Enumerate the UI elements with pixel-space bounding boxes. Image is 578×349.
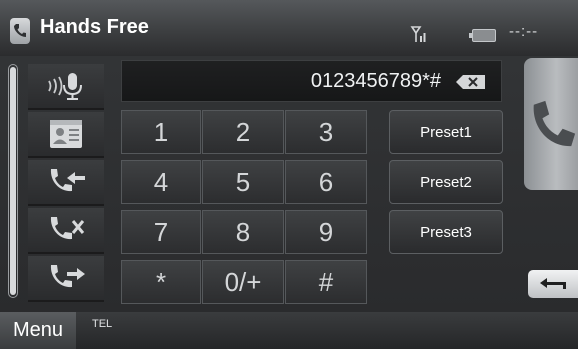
- side-scrollbar[interactable]: [8, 64, 18, 298]
- key-hash[interactable]: #: [285, 260, 367, 304]
- scrollbar-thumb[interactable]: [10, 67, 16, 295]
- call-button[interactable]: [524, 58, 578, 190]
- key-star[interactable]: *: [121, 260, 201, 304]
- side-menu: [28, 64, 104, 302]
- menu-button[interactable]: Menu: [0, 312, 76, 349]
- voice-dial-button[interactable]: [28, 64, 104, 110]
- incoming-calls-button[interactable]: [28, 160, 104, 206]
- dialed-number: 0123456789*#: [310, 70, 441, 92]
- title-bar: Hands Free --:--: [0, 0, 578, 56]
- preset-3-button[interactable]: Preset3: [389, 210, 503, 254]
- key-6[interactable]: 6: [285, 160, 367, 204]
- key-7[interactable]: 7: [121, 210, 201, 254]
- outgoing-call-icon: [50, 265, 85, 288]
- key-1[interactable]: 1: [121, 110, 201, 154]
- key-0-plus[interactable]: 0/+: [202, 260, 284, 304]
- phone-app-icon: [10, 18, 30, 44]
- return-button[interactable]: [528, 270, 578, 298]
- incoming-call-icon: [50, 169, 85, 192]
- contact-card-icon: [50, 120, 82, 148]
- battery-icon: [469, 29, 496, 42]
- key-3[interactable]: 3: [285, 110, 367, 154]
- preset-1-button[interactable]: Preset1: [389, 110, 503, 154]
- return-arrow-icon: [540, 278, 566, 289]
- key-4[interactable]: 4: [121, 160, 201, 204]
- key-9[interactable]: 9: [285, 210, 367, 254]
- backspace-icon[interactable]: [455, 74, 487, 90]
- dial-number-display: 0123456789*#: [121, 60, 502, 102]
- bottom-bar: Menu TEL: [0, 312, 578, 349]
- preset-2-button[interactable]: Preset2: [389, 160, 503, 204]
- source-label: TEL: [92, 318, 113, 330]
- key-5[interactable]: 5: [202, 160, 284, 204]
- clock-time: --:--: [509, 23, 539, 40]
- key-8[interactable]: 8: [202, 210, 284, 254]
- missed-calls-button[interactable]: [28, 208, 104, 254]
- app-title: Hands Free: [40, 16, 149, 38]
- outgoing-calls-button[interactable]: [28, 256, 104, 302]
- phonebook-button[interactable]: [28, 112, 104, 158]
- signal-strength-icon: [410, 26, 426, 42]
- missed-call-icon: [50, 217, 85, 240]
- phone-handset-icon: [533, 100, 576, 147]
- voice-microphone-icon: [48, 73, 82, 100]
- key-2[interactable]: 2: [202, 110, 284, 154]
